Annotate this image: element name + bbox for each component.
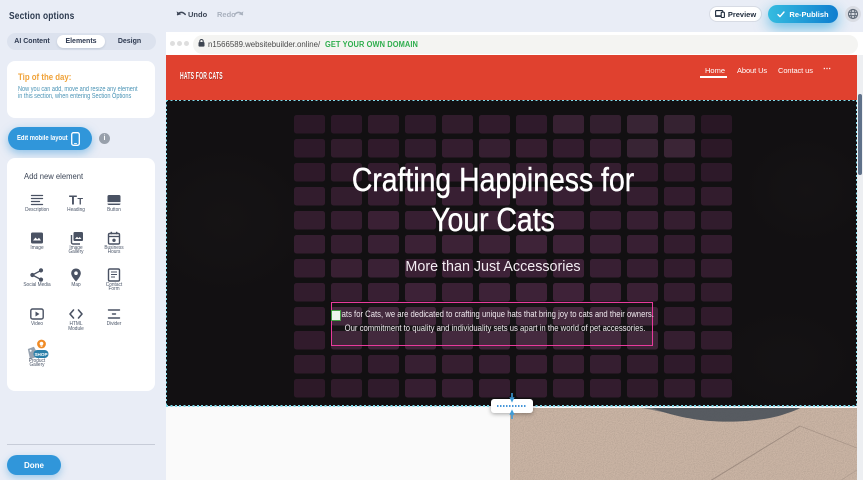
svg-text:T: T (69, 192, 77, 207)
svg-text:T: T (77, 196, 83, 206)
svg-text:SHOP: SHOP (34, 352, 47, 357)
